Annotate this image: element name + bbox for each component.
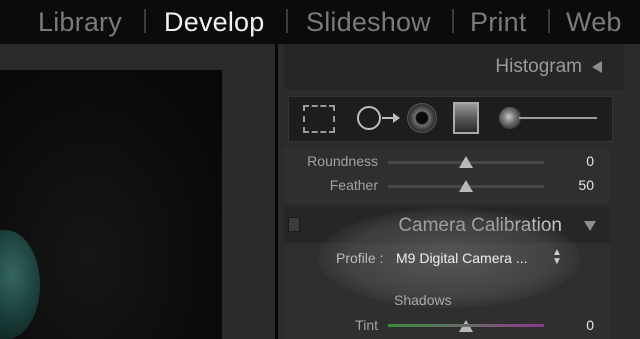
tint-slider-track[interactable] bbox=[388, 324, 544, 327]
red-eye-icon[interactable] bbox=[407, 103, 437, 133]
crop-overlay-icon[interactable] bbox=[303, 105, 335, 133]
right-panel-inner: Histogram Roundness 0 Feather 50 Camera … bbox=[284, 44, 624, 339]
camera-calibration-header[interactable]: Camera Calibration bbox=[284, 207, 610, 243]
module-separator bbox=[452, 9, 454, 33]
profile-select[interactable]: M9 Digital Camera ... bbox=[396, 247, 566, 269]
profile-label: Profile : bbox=[336, 250, 384, 266]
adjustment-brush-line bbox=[519, 117, 597, 119]
module-web[interactable]: Web bbox=[566, 2, 622, 42]
tint-label: Tint bbox=[355, 317, 378, 333]
histogram-title: Histogram bbox=[495, 56, 582, 77]
roundness-value[interactable]: 0 bbox=[586, 153, 594, 169]
tint-value[interactable]: 0 bbox=[586, 317, 594, 333]
module-separator bbox=[548, 9, 550, 33]
tool-strip bbox=[288, 96, 613, 142]
spot-removal-arrowhead-icon bbox=[393, 113, 400, 123]
roundness-label: Roundness bbox=[307, 153, 378, 169]
feather-slider-thumb[interactable] bbox=[459, 180, 473, 192]
roundness-slider-thumb[interactable] bbox=[459, 156, 473, 168]
right-panel: Histogram Roundness 0 Feather 50 Camera … bbox=[278, 44, 640, 339]
photo-subject bbox=[0, 230, 40, 339]
feather-label: Feather bbox=[329, 177, 378, 193]
module-separator bbox=[286, 9, 288, 33]
module-picker: Library Develop Slideshow Print Web bbox=[0, 0, 640, 44]
module-separator bbox=[144, 9, 146, 33]
collapse-left-icon[interactable] bbox=[592, 61, 602, 73]
module-print[interactable]: Print bbox=[470, 2, 527, 42]
module-develop[interactable]: Develop bbox=[164, 2, 264, 42]
histogram-header[interactable]: Histogram bbox=[284, 44, 624, 90]
spot-removal-icon[interactable] bbox=[357, 106, 381, 130]
graduated-filter-icon[interactable] bbox=[453, 102, 479, 134]
module-slideshow[interactable]: Slideshow bbox=[306, 2, 431, 42]
collapse-down-icon[interactable] bbox=[584, 221, 596, 231]
panel-toggle-switch[interactable] bbox=[288, 217, 300, 232]
feather-row: Feather 50 bbox=[284, 174, 610, 198]
photo-preview[interactable] bbox=[0, 70, 222, 339]
feather-value[interactable]: 50 bbox=[578, 177, 594, 193]
camera-calibration-title: Camera Calibration bbox=[398, 215, 562, 236]
shadows-heading: Shadows bbox=[394, 292, 452, 308]
roundness-row: Roundness 0 bbox=[284, 150, 610, 174]
select-updown-icon: ▲ ▼ bbox=[552, 247, 562, 267]
adjustment-brush-icon[interactable] bbox=[499, 107, 521, 129]
module-library[interactable]: Library bbox=[38, 2, 122, 42]
crop-settings-pane: Roundness 0 Feather 50 bbox=[284, 148, 610, 204]
